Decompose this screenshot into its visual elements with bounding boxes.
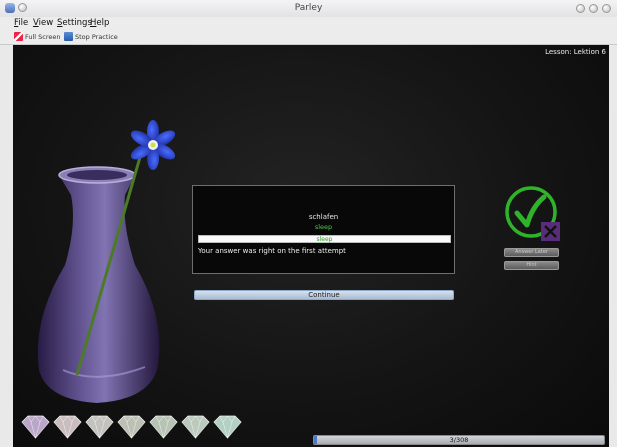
close-button[interactable] <box>602 4 611 13</box>
stop-practice-button[interactable]: Stop Practice <box>64 32 118 41</box>
gem-icon <box>85 415 114 439</box>
minimize-button[interactable] <box>576 4 585 13</box>
gem-icon <box>117 415 146 439</box>
progress-bar: 3/308 <box>313 435 605 445</box>
gem-icon <box>213 415 242 439</box>
titlebar-left-icons <box>5 3 27 13</box>
menu-settings[interactable]: Settings <box>57 18 92 28</box>
continue-button[interactable]: Continue <box>194 290 454 300</box>
hint-button[interactable]: Hint <box>504 261 559 270</box>
pin-icon[interactable] <box>18 3 27 12</box>
progress-label: 3/308 <box>449 436 469 444</box>
correct-check-icon <box>505 186 560 241</box>
gem-icon <box>181 415 210 439</box>
window-controls <box>576 4 611 13</box>
menu-help[interactable]: Help <box>90 18 109 28</box>
correct-answer: sleep <box>314 223 333 231</box>
practice-area: Lesson: Lektion 6 schlafen sleep sleep Y… <box>13 45 609 447</box>
window-title: Parley <box>294 3 323 13</box>
lesson-label: Lesson: Lektion 6 <box>545 48 606 56</box>
full-screen-button[interactable]: Full Screen <box>14 32 61 41</box>
gem-icon <box>149 415 178 439</box>
window-titlebar: Parley <box>0 0 617 17</box>
maximize-button[interactable] <box>589 4 598 13</box>
feedback-text: Your answer was right on the first attem… <box>198 247 346 255</box>
answer-later-button[interactable]: Answer Later <box>504 248 559 257</box>
gem-icon <box>21 415 50 439</box>
answer-input[interactable]: sleep <box>198 235 451 243</box>
stop-practice-icon <box>64 32 73 41</box>
question-word: schlafen <box>308 213 339 221</box>
menu-file[interactable]: File <box>14 18 28 28</box>
app-icon[interactable] <box>5 3 15 13</box>
full-screen-label: Full Screen <box>25 32 61 41</box>
toolbar: Full Screen Stop Practice <box>0 30 617 45</box>
question-panel: schlafen sleep sleep Your answer was rig… <box>192 185 455 274</box>
vase-flower-image <box>37 120 176 403</box>
menu-view[interactable]: View <box>33 18 53 28</box>
fullscreen-icon <box>14 32 23 41</box>
menubar: File View Settings Help <box>0 17 617 30</box>
gem-icon <box>53 415 82 439</box>
gem-row <box>20 414 243 440</box>
stop-practice-label: Stop Practice <box>75 32 118 41</box>
